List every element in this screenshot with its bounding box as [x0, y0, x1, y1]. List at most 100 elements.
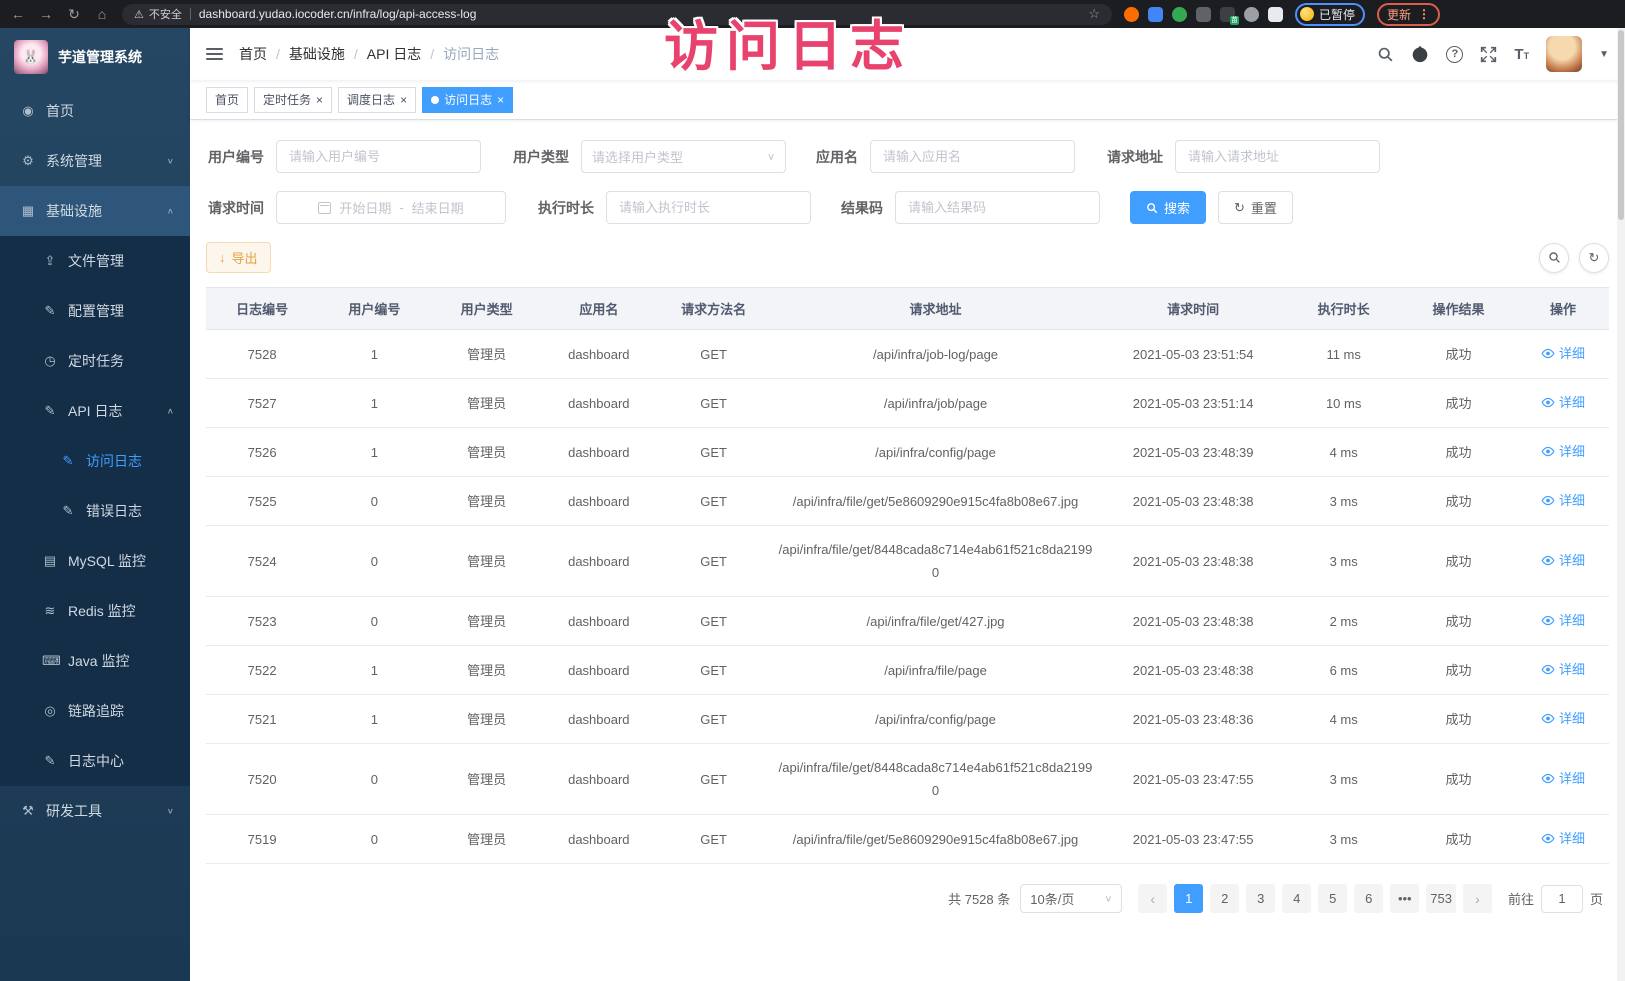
filter-label: 执行时长: [536, 198, 606, 218]
page-number-button[interactable]: 1: [1174, 884, 1203, 913]
user-type-select[interactable]: 请选择用户类型 ∨: [581, 140, 786, 173]
sidebar-item[interactable]: ✎日志中心: [0, 736, 190, 786]
tab-item[interactable]: 调度日志×: [338, 87, 416, 113]
chevron-down-icon[interactable]: ▼: [1599, 49, 1609, 60]
detail-link[interactable]: 详细: [1541, 767, 1585, 790]
browser-reload-icon[interactable]: ↻: [66, 6, 82, 23]
search-button[interactable]: 搜索: [1130, 191, 1206, 224]
puzzle-extensions-icon[interactable]: [1268, 7, 1283, 22]
cell-id: 7519: [206, 815, 318, 864]
sidebar-item[interactable]: ⚒研发工具∨: [0, 786, 190, 836]
detail-link[interactable]: 详细: [1541, 489, 1585, 512]
page-number-button[interactable]: 3: [1246, 884, 1275, 913]
github-icon[interactable]: [1411, 45, 1429, 63]
sidebar-item-label: 基础设施: [46, 201, 102, 221]
sidebar-item[interactable]: ✎API 日志∧: [0, 386, 190, 436]
page-number-button[interactable]: 2: [1210, 884, 1239, 913]
detail-link[interactable]: 详细: [1541, 707, 1585, 730]
export-button[interactable]: ↓ 导出: [206, 242, 271, 273]
sidebar-item[interactable]: ⇪文件管理: [0, 236, 190, 286]
scrollbar[interactable]: [1617, 28, 1625, 981]
mysql-icon: ▤: [42, 553, 58, 569]
eye-icon: [1541, 664, 1555, 675]
page-number-button[interactable]: 6: [1354, 884, 1383, 913]
user-id-input[interactable]: [276, 140, 481, 173]
reset-button[interactable]: ↻ 重置: [1218, 191, 1293, 224]
sidebar-collapse-icon[interactable]: [206, 48, 223, 60]
tab-active[interactable]: 访问日志×: [422, 87, 513, 113]
sidebar-item[interactable]: ◎链路追踪: [0, 686, 190, 736]
goto-page-input[interactable]: [1541, 885, 1583, 913]
infra-icon: ▦: [20, 203, 36, 219]
sidebar-item[interactable]: ▤MySQL 监控: [0, 536, 190, 586]
address-bar[interactable]: ⚠ 不安全 dashboard.yudao.iocoder.cn/infra/l…: [122, 4, 1112, 25]
font-size-icon[interactable]: TT: [1514, 46, 1529, 63]
breadcrumb-item[interactable]: 基础设施: [289, 44, 345, 64]
sidebar-item[interactable]: ⚙系统管理∨: [0, 136, 190, 186]
extension-icon[interactable]: [1124, 7, 1139, 22]
extension-icon[interactable]: [1244, 7, 1259, 22]
detail-link[interactable]: 详细: [1541, 658, 1585, 681]
scrollbar-thumb[interactable]: [1618, 30, 1624, 220]
user-avatar[interactable]: [1546, 36, 1582, 72]
extension-icon[interactable]: [1172, 7, 1187, 22]
detail-link[interactable]: 详细: [1541, 342, 1585, 365]
bookmark-star-icon[interactable]: ☆: [1088, 6, 1100, 22]
browser-back-icon[interactable]: ←: [10, 6, 26, 22]
extension-icon[interactable]: 苗: [1220, 7, 1235, 22]
cell-url: /api/infra/file/get/427.jpg: [772, 597, 1099, 646]
result-code-input[interactable]: [895, 191, 1100, 224]
app-name-input[interactable]: [870, 140, 1075, 173]
sidebar-item[interactable]: ✎配置管理: [0, 286, 190, 336]
total-count-label: 共 7528 条: [948, 889, 1010, 908]
sidebar-item[interactable]: ✎错误日志: [0, 486, 190, 536]
browser-home-icon[interactable]: ⌂: [94, 6, 110, 22]
close-icon[interactable]: ×: [316, 94, 323, 106]
sidebar-item[interactable]: ◉首页: [0, 86, 190, 136]
page-size-select[interactable]: 10条/页 ∨: [1020, 884, 1122, 913]
not-secure-warning[interactable]: ⚠ 不安全: [134, 6, 182, 22]
sidebar-item[interactable]: ◷定时任务: [0, 336, 190, 386]
tab-item[interactable]: 首页: [206, 87, 248, 113]
close-icon[interactable]: ×: [497, 94, 504, 106]
prev-page-button[interactable]: ‹: [1138, 884, 1167, 913]
sidebar-item[interactable]: ▦基础设施∧: [0, 186, 190, 236]
date-range-picker[interactable]: 开始日期 - 结束日期: [276, 191, 506, 224]
app-logo[interactable]: 🐰 芋道管理系统: [0, 28, 190, 86]
detail-link[interactable]: 详细: [1541, 440, 1585, 463]
detail-link[interactable]: 详细: [1541, 549, 1585, 572]
sidebar-item[interactable]: ✎访问日志: [0, 436, 190, 486]
sidebar-item[interactable]: ⌨Java 监控: [0, 636, 190, 686]
sidebar: 🐰 芋道管理系统 ◉首页⚙系统管理∨▦基础设施∧⇪文件管理✎配置管理◷定时任务✎…: [0, 28, 190, 981]
cell-user_type: 管理员: [430, 379, 542, 428]
detail-link[interactable]: 详细: [1541, 609, 1585, 632]
tab-item[interactable]: 定时任务×: [254, 87, 332, 113]
cell-method: GET: [655, 477, 772, 526]
next-page-button[interactable]: ›: [1463, 884, 1492, 913]
browser-update-button[interactable]: 更新 ⋮: [1377, 3, 1440, 26]
extension-icon[interactable]: [1148, 7, 1163, 22]
page-number-button[interactable]: 4: [1282, 884, 1311, 913]
more-pages-icon[interactable]: •••: [1390, 884, 1419, 913]
browser-menu-icon[interactable]: ⋮: [1418, 7, 1430, 21]
duration-input[interactable]: [606, 191, 811, 224]
fullscreen-icon[interactable]: [1480, 46, 1497, 63]
breadcrumb-item[interactable]: API 日志: [367, 44, 421, 64]
detail-link[interactable]: 详细: [1541, 827, 1585, 850]
detail-link[interactable]: 详细: [1541, 391, 1585, 414]
sidebar-item[interactable]: ≋Redis 监控: [0, 586, 190, 636]
toggle-search-button[interactable]: [1539, 243, 1569, 273]
page-number-button[interactable]: 753: [1426, 884, 1456, 913]
close-icon[interactable]: ×: [400, 94, 407, 106]
request-url-input[interactable]: [1175, 140, 1380, 173]
header-search-icon[interactable]: [1377, 46, 1394, 63]
page-number-button[interactable]: 5: [1318, 884, 1347, 913]
cell-id: 7525: [206, 477, 318, 526]
browser-forward-icon[interactable]: →: [38, 6, 54, 22]
breadcrumb-item[interactable]: 首页: [239, 44, 267, 64]
cell-id: 7527: [206, 379, 318, 428]
refresh-table-button[interactable]: ↻: [1579, 243, 1609, 273]
browser-profile-chip[interactable]: 已暂停: [1295, 3, 1365, 26]
extension-icon[interactable]: [1196, 7, 1211, 22]
docs-question-icon[interactable]: ?: [1446, 46, 1463, 63]
